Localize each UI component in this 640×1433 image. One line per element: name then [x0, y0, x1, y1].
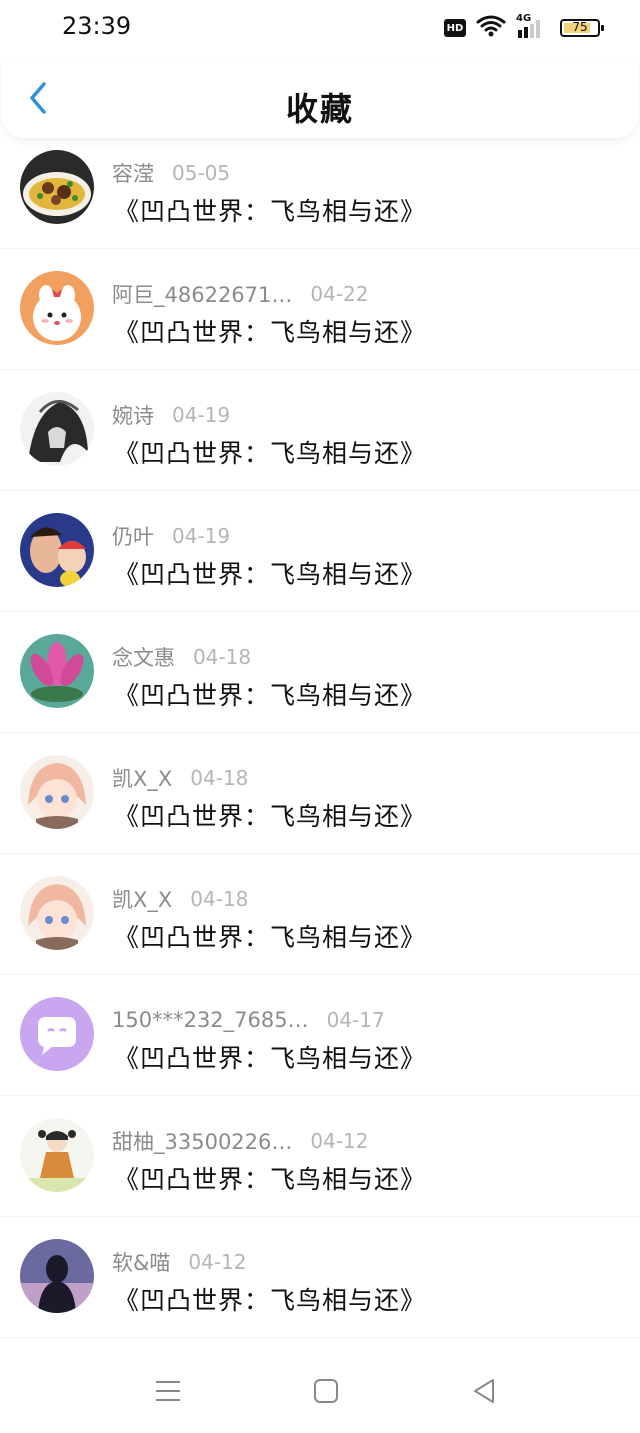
system-nav-bar [0, 1343, 640, 1433]
username[interactable]: 念文惠 [112, 642, 175, 672]
list-item[interactable]: 150***232_7685… 04-17 《凹凸世界：飞鸟相与还》 [0, 975, 640, 1096]
status-icons: HD 4G 75 [444, 13, 604, 42]
item-meta: 甜柚_33500226… 04-12 [112, 1126, 369, 1156]
avatar[interactable] [20, 876, 94, 950]
avatar[interactable] [20, 634, 94, 708]
book-title[interactable]: 《凹凸世界：飞鸟相与还》 [114, 1160, 426, 1196]
book-title[interactable]: 《凹凸世界：飞鸟相与还》 [114, 555, 426, 591]
avatar[interactable] [20, 1239, 94, 1313]
avatar[interactable] [20, 997, 94, 1071]
username[interactable]: 软&喵 [112, 1247, 170, 1277]
item-meta: 软&喵 04-12 [112, 1247, 247, 1277]
avatar[interactable] [20, 513, 94, 587]
book-title[interactable]: 《凹凸世界：飞鸟相与还》 [114, 1281, 426, 1317]
item-meta: 念文惠 04-18 [112, 642, 251, 672]
date: 04-18 [190, 887, 249, 911]
list-item[interactable]: 容滢 05-05 《凹凸世界：飞鸟相与还》 [0, 128, 640, 249]
item-meta: 阿巨_48622671… 04-22 [112, 279, 369, 309]
date: 04-12 [188, 1250, 247, 1274]
date: 04-18 [193, 645, 252, 669]
hd-badge: HD [444, 19, 466, 37]
book-title[interactable]: 《凹凸世界：飞鸟相与还》 [114, 797, 426, 833]
list-item[interactable]: 仍叶 04-19 《凹凸世界：飞鸟相与还》 [0, 491, 640, 612]
avatar[interactable] [20, 271, 94, 345]
date: 04-19 [172, 524, 231, 548]
list-item[interactable]: 凯X_X 04-18 《凹凸世界：飞鸟相与还》 [0, 733, 640, 854]
header: 收藏 [2, 58, 638, 138]
item-meta: 凯X_X 04-18 [112, 884, 248, 914]
book-title[interactable]: 《凹凸世界：飞鸟相与还》 [114, 918, 426, 954]
list-item[interactable]: 凯X_X 04-18 《凹凸世界：飞鸟相与还》 [0, 854, 640, 975]
date: 04-22 [310, 282, 369, 306]
wifi-icon [476, 14, 506, 42]
date: 04-17 [326, 1008, 385, 1032]
item-meta: 仍叶 04-19 [112, 521, 230, 551]
battery-level: 75 [572, 20, 588, 34]
item-meta: 容滢 05-05 [112, 158, 230, 188]
username[interactable]: 婉诗 [112, 400, 154, 430]
cellular-signal-icon: 4G [516, 13, 546, 40]
home-button[interactable] [306, 1371, 346, 1411]
username[interactable]: 甜柚_33500226… [112, 1126, 292, 1156]
username[interactable]: 150***232_7685… [112, 1008, 309, 1032]
item-meta: 婉诗 04-19 [112, 400, 230, 430]
username[interactable]: 仍叶 [112, 521, 154, 551]
date: 04-18 [190, 766, 249, 790]
list-item[interactable]: 甜柚_33500226… 04-12 《凹凸世界：飞鸟相与还》 [0, 1096, 640, 1217]
book-title[interactable]: 《凹凸世界：飞鸟相与还》 [114, 434, 426, 470]
username[interactable]: 容滢 [112, 158, 154, 188]
status-time: 23:39 [62, 12, 132, 40]
username[interactable]: 凯X_X [112, 884, 172, 914]
home-square-icon [314, 1379, 338, 1403]
date: 04-12 [310, 1129, 369, 1153]
book-title[interactable]: 《凹凸世界：飞鸟相与还》 [114, 313, 426, 349]
username[interactable]: 凯X_X [112, 763, 172, 793]
menu-button[interactable] [148, 1371, 188, 1411]
date: 04-19 [172, 403, 231, 427]
date: 05-05 [172, 161, 231, 185]
item-meta: 凯X_X 04-18 [112, 763, 248, 793]
book-title[interactable]: 《凹凸世界：飞鸟相与还》 [114, 676, 426, 712]
avatar[interactable] [20, 392, 94, 466]
book-title[interactable]: 《凹凸世界：飞鸟相与还》 [114, 192, 426, 228]
back-nav-button[interactable] [464, 1371, 504, 1411]
list-item[interactable]: 念文惠 04-18 《凹凸世界：飞鸟相与还》 [0, 612, 640, 733]
battery-icon: 75 [560, 19, 604, 37]
page-title: 收藏 [285, 90, 354, 128]
book-title[interactable]: 《凹凸世界：飞鸟相与还》 [114, 1039, 426, 1075]
menu-icon [156, 1381, 180, 1401]
favorites-list: 容滢 05-05 《凹凸世界：飞鸟相与还》 阿巨_48622671… 04-22… [0, 128, 640, 1338]
avatar[interactable] [20, 1118, 94, 1192]
list-item[interactable]: 婉诗 04-19 《凹凸世界：飞鸟相与还》 [0, 370, 640, 491]
item-meta: 150***232_7685… 04-17 [112, 1005, 385, 1035]
status-bar: 23:39 HD 4G 75 [0, 0, 640, 58]
username[interactable]: 阿巨_48622671… [112, 279, 292, 309]
back-triangle-icon [474, 1379, 494, 1403]
avatar[interactable] [20, 150, 94, 224]
avatar[interactable] [20, 755, 94, 829]
list-item[interactable]: 阿巨_48622671… 04-22 《凹凸世界：飞鸟相与还》 [0, 249, 640, 370]
list-item[interactable]: 软&喵 04-12 《凹凸世界：飞鸟相与还》 [0, 1217, 640, 1338]
